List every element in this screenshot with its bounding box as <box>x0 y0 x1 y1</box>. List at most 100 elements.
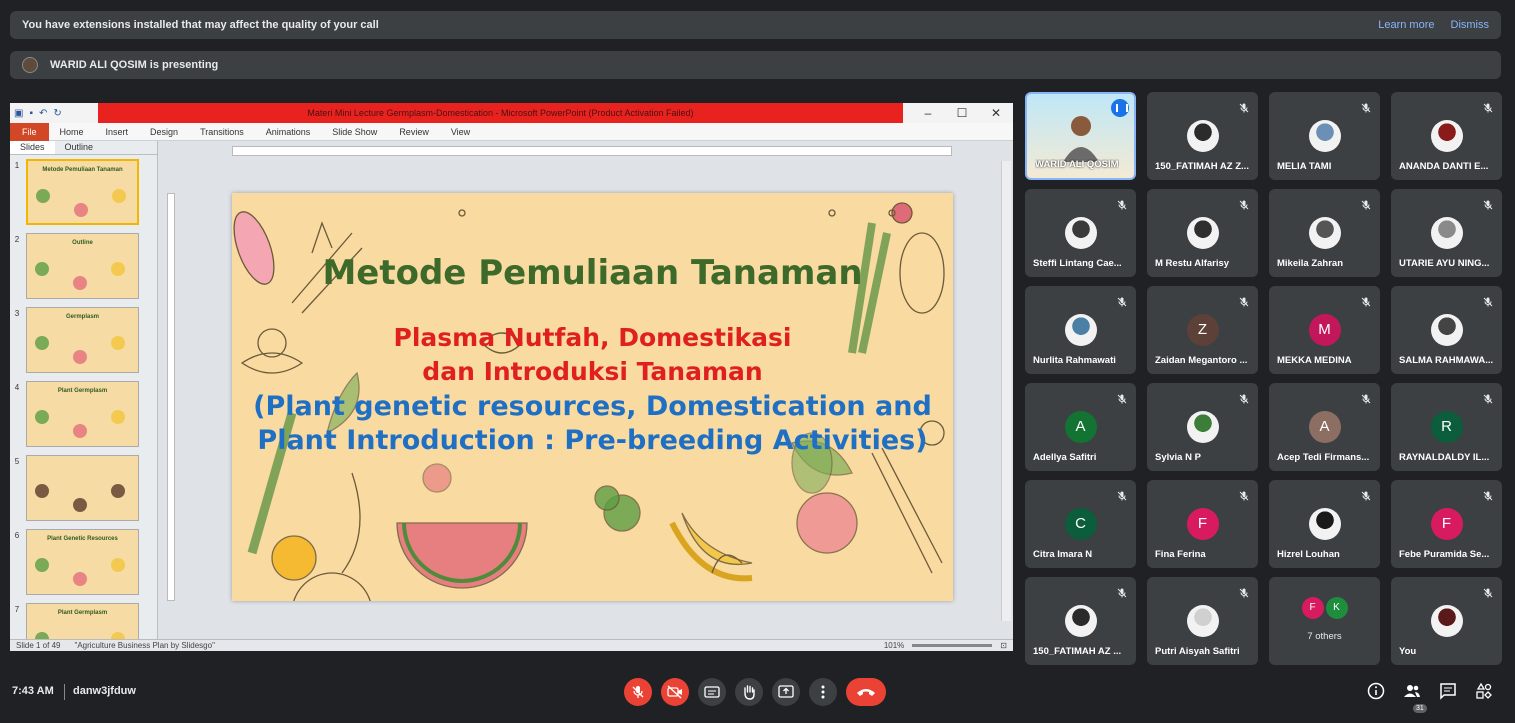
avatar: F <box>1430 508 1463 540</box>
mic-muted-icon <box>1117 391 1127 404</box>
chat-icon <box>1440 683 1456 700</box>
thumb-decoration <box>73 350 87 364</box>
thumb-decoration <box>111 410 125 424</box>
captions-button[interactable] <box>698 678 726 706</box>
ppt-ribbon: File Home Insert Design Transitions Anim… <box>10 122 1013 141</box>
avatar <box>1430 605 1463 637</box>
mic-muted-icon <box>1483 585 1493 598</box>
thumb-decoration <box>35 262 49 276</box>
mic-muted-icon <box>1361 100 1371 113</box>
thumb-decoration <box>111 558 125 572</box>
participant-tile[interactable]: ANANDA DANTI E... <box>1391 92 1502 180</box>
meeting-code: danw3jfduw <box>73 685 136 697</box>
participant-tile[interactable]: Putri Aisyah Safitri <box>1147 577 1258 665</box>
avatar <box>1064 314 1097 346</box>
slide-thumb-title: Germplasm <box>65 314 99 320</box>
participant-name: Adellya Safitri <box>1033 452 1097 463</box>
participant-name: Nurlita Rahmawati <box>1033 355 1116 366</box>
slide-thumbnail: Plant Genetic Resources <box>26 529 139 595</box>
participant-tile[interactable]: Steffi Lintang Cae... <box>1025 189 1136 277</box>
slide-thumb-title: Plant Germplasm <box>57 388 108 394</box>
thumb-decoration <box>73 424 87 438</box>
avatar: M <box>1308 314 1341 346</box>
participant-tile[interactable]: SALMA RAHMAWA... <box>1391 286 1502 374</box>
camera-off-button[interactable] <box>661 678 689 706</box>
participant-name: Mikeila Zahran <box>1277 258 1343 269</box>
more-options-button[interactable] <box>809 678 837 706</box>
divider <box>64 684 65 700</box>
participant-tile[interactable]: 150_FATIMAH AZ ... <box>1025 577 1136 665</box>
fit-slide-icon: ⊡ <box>1000 641 1007 650</box>
thumb-decoration <box>35 410 49 424</box>
thumb-decoration <box>35 558 49 572</box>
undo-icon: ↶ <box>39 107 48 119</box>
raise-hand-button[interactable] <box>735 678 763 706</box>
ppt-title-bar: ▣ ▪ ↶ ↻ Materi Mini Lecture Germplasm-Do… <box>10 103 1013 123</box>
people-count-badge: 31 <box>1413 704 1427 713</box>
info-icon <box>1367 682 1385 700</box>
participant-tile[interactable]: F Febe Puramida Se... <box>1391 480 1502 568</box>
activities-button[interactable] <box>1475 682 1493 700</box>
participant-tile[interactable]: UTARIE AYU NING... <box>1391 189 1502 277</box>
zoom-level: 101% <box>883 641 905 650</box>
speaking-indicator-icon <box>1111 99 1129 117</box>
slide-count: Slide 1 of 49 <box>16 641 61 650</box>
learn-more-link[interactable]: Learn more <box>1378 19 1434 31</box>
participant-tile[interactable]: FK 7 others <box>1269 577 1380 665</box>
slide-thumb-number: 1 <box>14 161 20 170</box>
slide-thumbnail: Outline <box>26 233 139 299</box>
participant-tile[interactable]: C Citra Imara N <box>1025 480 1136 568</box>
participant-name: Zaidan Megantoro ... <box>1155 355 1248 366</box>
others-avatars: FK <box>1269 597 1380 619</box>
participant-tile[interactable]: Hizrel Louhan <box>1269 480 1380 568</box>
avatar <box>1064 217 1097 249</box>
participant-name: MELIA TAMI <box>1277 161 1332 172</box>
dismiss-button[interactable]: Dismiss <box>1451 19 1490 31</box>
participant-tile[interactable]: A Adellya Safitri <box>1025 383 1136 471</box>
present-now-button[interactable] <box>772 678 800 706</box>
thumb-decoration <box>73 572 87 586</box>
participant-tile[interactable]: F Fina Ferina <box>1147 480 1258 568</box>
participant-tile[interactable]: Mikeila Zahran <box>1269 189 1380 277</box>
mic-muted-icon <box>1117 197 1127 210</box>
participant-tile[interactable]: Z Zaidan Megantoro ... <box>1147 286 1258 374</box>
mic-muted-icon <box>1483 197 1493 210</box>
participant-name: Steffi Lintang Cae... <box>1033 258 1122 269</box>
mic-muted-icon <box>1361 294 1371 307</box>
participant-tile[interactable]: R RAYNALDALDY IL... <box>1391 383 1502 471</box>
participant-tile[interactable]: 150_FATIMAH AZ Z... <box>1147 92 1258 180</box>
slide-thumb-number: 7 <box>14 605 20 614</box>
thumb-decoration <box>74 203 88 217</box>
slide-thumb-number: 3 <box>14 309 20 318</box>
people-button[interactable]: 31 <box>1403 682 1427 713</box>
participant-tile[interactable]: MELIA TAMI <box>1269 92 1380 180</box>
participant-name: You <box>1399 646 1417 657</box>
avatar: K <box>1325 597 1348 619</box>
meeting-details-button[interactable] <box>1367 682 1385 700</box>
participant-tile[interactable]: You <box>1391 577 1502 665</box>
participant-tile[interactable]: M MEKKA MEDINA <box>1269 286 1380 374</box>
slide-thumbnail: Germplasm <box>26 307 139 373</box>
participant-tile[interactable]: A Acep Tedi Firmans... <box>1269 383 1380 471</box>
mic-muted-icon <box>1483 100 1493 113</box>
participant-name: SALMA RAHMAWA... <box>1399 355 1494 366</box>
presenting-banner: WARID ALI QOSIM is presenting <box>10 51 1501 79</box>
participant-tile[interactable]: WARID ALI QOSIM <box>1025 92 1136 180</box>
participant-name: 150_FATIMAH AZ Z... <box>1155 161 1249 172</box>
participant-tile[interactable]: Nurlita Rahmawati <box>1025 286 1136 374</box>
others-count-label: 7 others <box>1307 631 1342 642</box>
mic-off-button[interactable] <box>624 678 652 706</box>
mic-muted-icon <box>1117 488 1127 501</box>
chat-button[interactable] <box>1439 682 1457 700</box>
mic-muted-icon <box>1117 294 1127 307</box>
participant-tile[interactable]: Sylvia N P <box>1147 383 1258 471</box>
people-icon <box>1404 685 1420 697</box>
participant-tile[interactable]: M Restu Alfarisy <box>1147 189 1258 277</box>
participant-name: Hizrel Louhan <box>1277 549 1340 560</box>
slide-thumb-title: Metode Pemuliaan Tanaman <box>42 167 123 173</box>
leave-call-button[interactable] <box>846 678 886 706</box>
ppt-logo-icon: ▣ <box>14 107 24 119</box>
vertical-ruler <box>167 193 175 601</box>
avatar <box>1186 411 1219 443</box>
ribbon-tab-review: Review <box>399 126 429 137</box>
